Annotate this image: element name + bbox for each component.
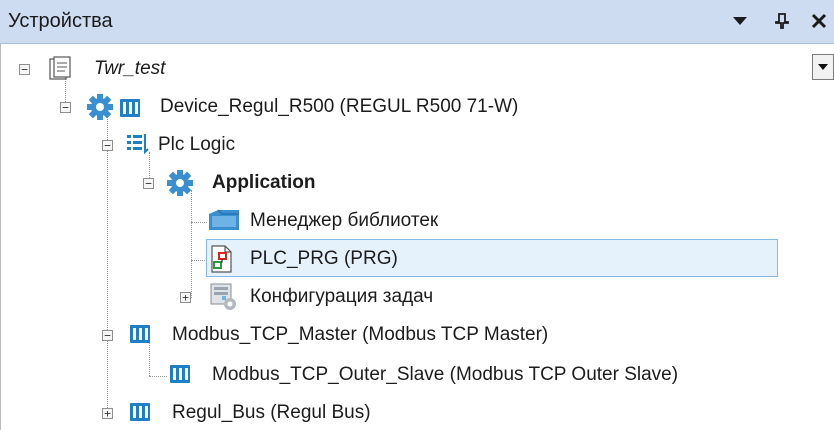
tree-item-device[interactable]: − Device_Regul_R500 (REGUL R500 71-W) (0, 90, 620, 124)
tree-item-application[interactable]: − Application (0, 166, 360, 200)
device-gear-icon (86, 93, 148, 126)
tree-item-library-manager[interactable]: Менеджер библиотек (0, 204, 500, 238)
library-manager-icon (208, 208, 240, 237)
tree-item-modbus-master[interactable]: − Modbus_TCP_Master (Modbus TCP Master) (0, 318, 640, 352)
tree-item-label: Regul_Bus (Regul Bus) (172, 402, 371, 423)
tree-item-label: Конфигурация задач (250, 286, 434, 307)
collapse-toggle[interactable]: − (102, 330, 113, 341)
collapse-toggle[interactable]: − (60, 102, 71, 113)
application-gear-icon (166, 169, 194, 202)
collapse-toggle[interactable]: − (102, 140, 113, 151)
panel-menu-dropdown-icon[interactable] (728, 8, 752, 34)
close-icon[interactable] (806, 8, 832, 34)
panel-title: Устройства (8, 10, 113, 32)
bus-device-icon (128, 401, 152, 428)
plc-logic-icon (126, 132, 150, 161)
tree-item-label: Modbus_TCP_Master (Modbus TCP Master) (172, 324, 549, 345)
expand-toggle[interactable]: + (180, 292, 191, 303)
tree-scroll-dropdown-button[interactable] (812, 54, 834, 80)
pin-icon[interactable] (770, 8, 794, 34)
chevron-down-icon (818, 64, 828, 70)
task-config-icon (208, 282, 240, 317)
panel-titlebar: Устройства (0, 0, 834, 44)
tree-item-task-config[interactable]: + Конфигурация задач (0, 280, 500, 314)
tree-item-project[interactable]: − Twr_test (0, 52, 400, 86)
tree-item-modbus-slave[interactable]: Modbus_TCP_Outer_Slave (Modbus TCP Outer… (0, 358, 760, 392)
modbus-device-icon (128, 323, 152, 350)
tree-item-label: Менеджер библиотек (250, 210, 439, 231)
program-pou-icon (208, 245, 234, 278)
modbus-device-icon (168, 363, 192, 390)
tree-item-label: Application (212, 172, 316, 193)
expand-toggle[interactable]: + (102, 408, 113, 419)
tree-item-label: Modbus_TCP_Outer_Slave (Modbus TCP Outer… (212, 364, 679, 385)
project-file-icon (48, 56, 72, 87)
tree-item-label: Device_Regul_R500 (REGUL R500 71-W) (160, 96, 519, 117)
tree-item-label: Plc Logic (158, 134, 236, 155)
tree-line (191, 260, 207, 261)
tree-item-plc-prg[interactable]: PLC_PRG (PRG) (206, 242, 778, 276)
tree-item-label: PLC_PRG (PRG) (250, 248, 398, 269)
collapse-toggle[interactable]: − (19, 64, 30, 75)
tree-item-regul-bus[interactable]: + Regul_Bus (Regul Bus) (0, 396, 420, 430)
tree-item-plc-logic[interactable]: − Plc Logic (0, 128, 300, 162)
collapse-toggle[interactable]: − (143, 178, 154, 189)
tree-item-label: Twr_test (94, 58, 166, 79)
